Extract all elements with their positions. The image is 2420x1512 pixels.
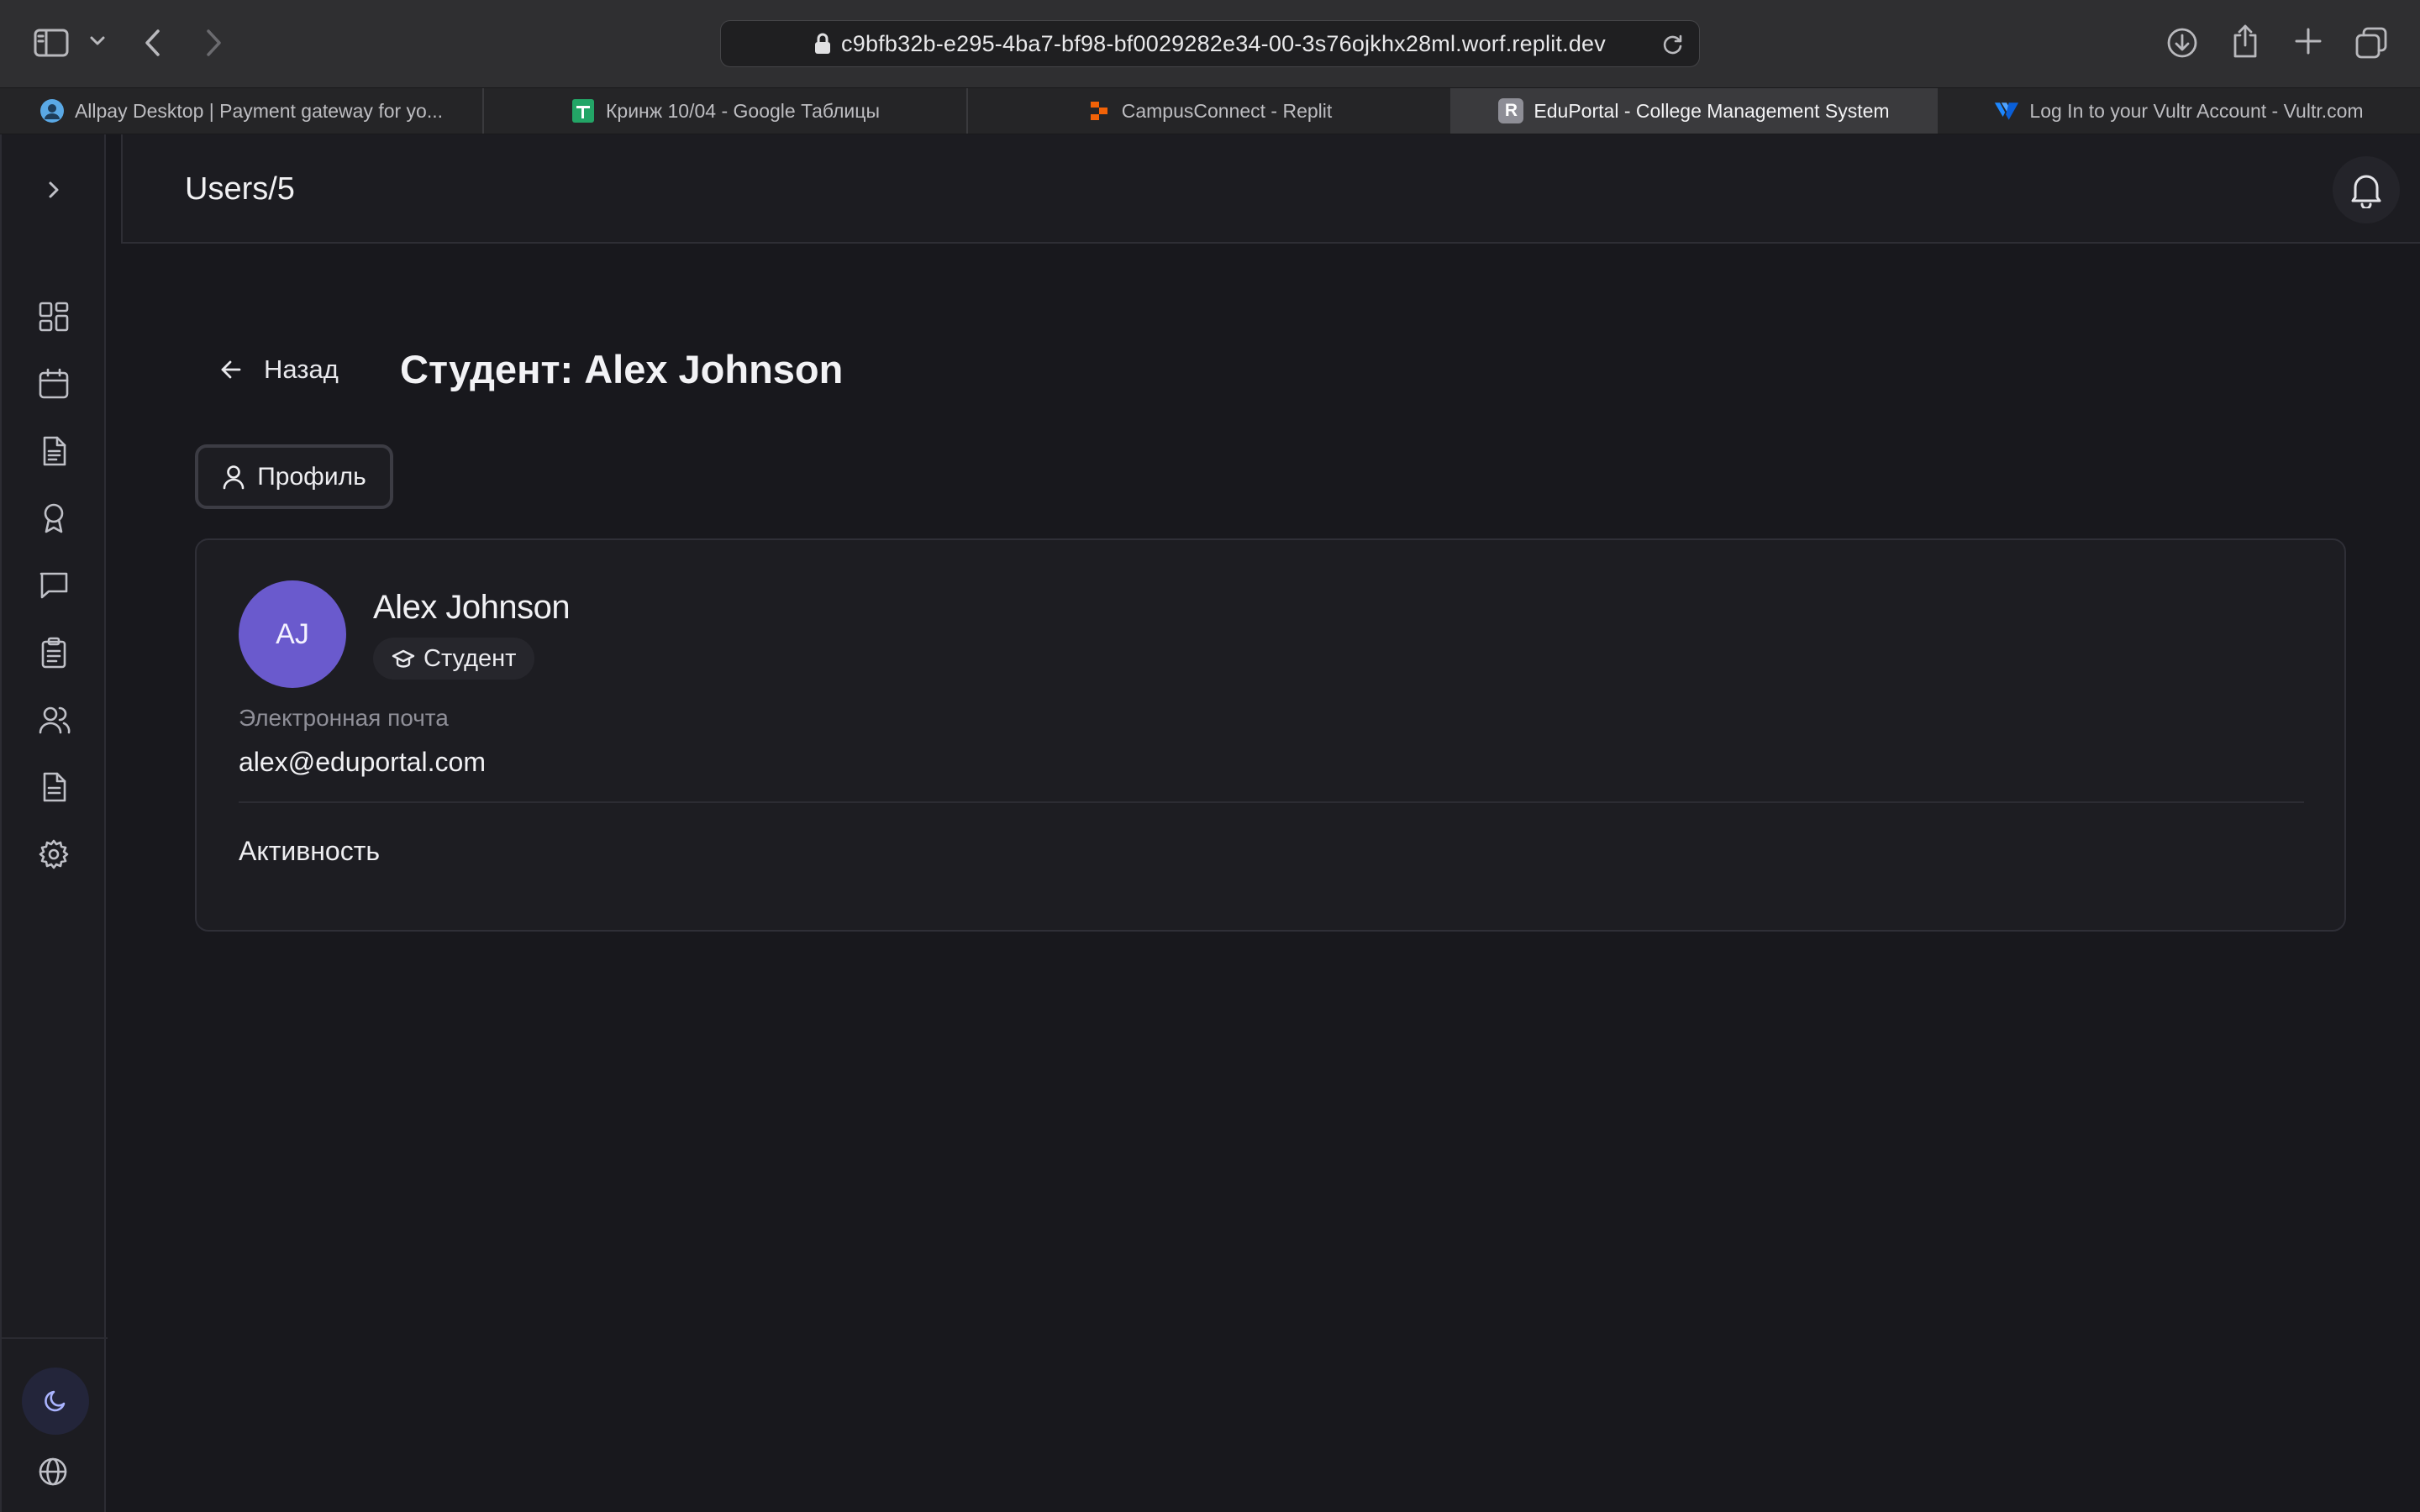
tab-title: CampusConnect - Replit	[1121, 99, 1333, 122]
calendar-icon[interactable]	[38, 368, 70, 400]
email-value: alex@eduportal.com	[239, 747, 486, 777]
bell-icon	[2349, 171, 2384, 208]
language-globe-icon[interactable]	[38, 1457, 68, 1487]
clipboard-icon[interactable]	[38, 637, 70, 669]
breadcrumb: Users/5	[185, 171, 295, 207]
browser-tab-replit[interactable]: CampusConnect - Replit	[968, 88, 1452, 134]
app-sidebar	[0, 134, 108, 1512]
vultr-icon	[1994, 98, 2019, 123]
tab-title: Log In to your Vultr Account - Vultr.com	[2029, 99, 2364, 122]
browser-tab-vultr[interactable]: Log In to your Vultr Account - Vultr.com	[1938, 88, 2420, 134]
share-icon[interactable]	[2232, 24, 2259, 59]
browser-tab-eduportal[interactable]: R EduPortal - College Management System	[1452, 88, 1938, 134]
r-letter-icon: R	[1498, 98, 1524, 123]
new-tab-icon[interactable]	[2294, 27, 2323, 55]
report-icon[interactable]	[38, 771, 70, 803]
sidebar-toggle-icon[interactable]	[34, 29, 69, 57]
page-title: Студент: Alex Johnson	[400, 347, 844, 391]
award-icon[interactable]	[38, 502, 70, 534]
download-icon[interactable]	[2166, 27, 2198, 59]
avatar: AJ	[239, 580, 346, 688]
user-name: Alex Johnson	[373, 589, 571, 626]
back-button[interactable]: Назад	[220, 351, 339, 388]
role-label: Студент	[424, 644, 517, 672]
tab-title: EduPortal - College Management System	[1534, 99, 1890, 122]
browser-tab-allpay[interactable]: Allpay Desktop | Payment gateway for yo.…	[0, 88, 484, 134]
card-divider	[239, 801, 2304, 803]
sheets-icon	[571, 98, 596, 123]
messages-icon[interactable]	[38, 570, 70, 601]
email-label: Электронная почта	[239, 705, 449, 731]
arrow-left-icon	[220, 359, 242, 381]
lock-icon	[814, 33, 831, 55]
browser-tabs: Allpay Desktop | Payment gateway for yo.…	[0, 87, 2420, 134]
sidebar-divider	[2, 1337, 108, 1339]
theme-toggle-button[interactable]	[22, 1368, 89, 1435]
url-bar[interactable]: c9bfb32b-e295-4ba7-bf98-bf0029282e34-00-…	[720, 20, 1700, 67]
role-badge: Студент	[373, 638, 535, 680]
url-text: c9bfb32b-e295-4ba7-bf98-bf0029282e34-00-…	[841, 30, 1606, 56]
tab-overview-icon[interactable]	[2354, 26, 2388, 60]
app-header: Users/5	[121, 134, 2420, 244]
back-nav-icon[interactable]	[143, 29, 163, 57]
graduation-cap-icon	[392, 648, 415, 669]
profile-card: AJ Alex Johnson Студент Электронная почт…	[195, 538, 2346, 932]
chevron-down-icon[interactable]	[89, 35, 106, 47]
reload-icon[interactable]	[1662, 34, 1684, 55]
user-circle-icon	[39, 98, 65, 123]
browser-tab-sheets[interactable]: Кринж 10/04 - Google Таблицы	[484, 88, 968, 134]
document-icon[interactable]	[38, 435, 70, 467]
browser-toolbar: c9bfb32b-e295-4ba7-bf98-bf0029282e34-00-…	[0, 0, 2420, 87]
users-icon[interactable]	[38, 704, 71, 736]
tab-title: Кринж 10/04 - Google Таблицы	[606, 99, 880, 122]
notifications-button[interactable]	[2333, 156, 2400, 223]
back-label: Назад	[264, 354, 339, 384]
tab-profile-label: Профиль	[257, 462, 366, 491]
expand-sidebar-icon[interactable]	[45, 178, 62, 202]
tab-profile[interactable]: Профиль	[195, 444, 393, 509]
moon-icon	[43, 1389, 68, 1414]
dashboard-icon[interactable]	[38, 301, 70, 333]
tab-title: Allpay Desktop | Payment gateway for yo.…	[74, 99, 444, 122]
forward-nav-icon[interactable]	[203, 29, 224, 57]
user-icon	[222, 465, 245, 490]
activity-heading: Активность	[239, 836, 381, 866]
settings-gear-icon[interactable]	[38, 838, 70, 870]
replit-icon	[1086, 98, 1112, 123]
